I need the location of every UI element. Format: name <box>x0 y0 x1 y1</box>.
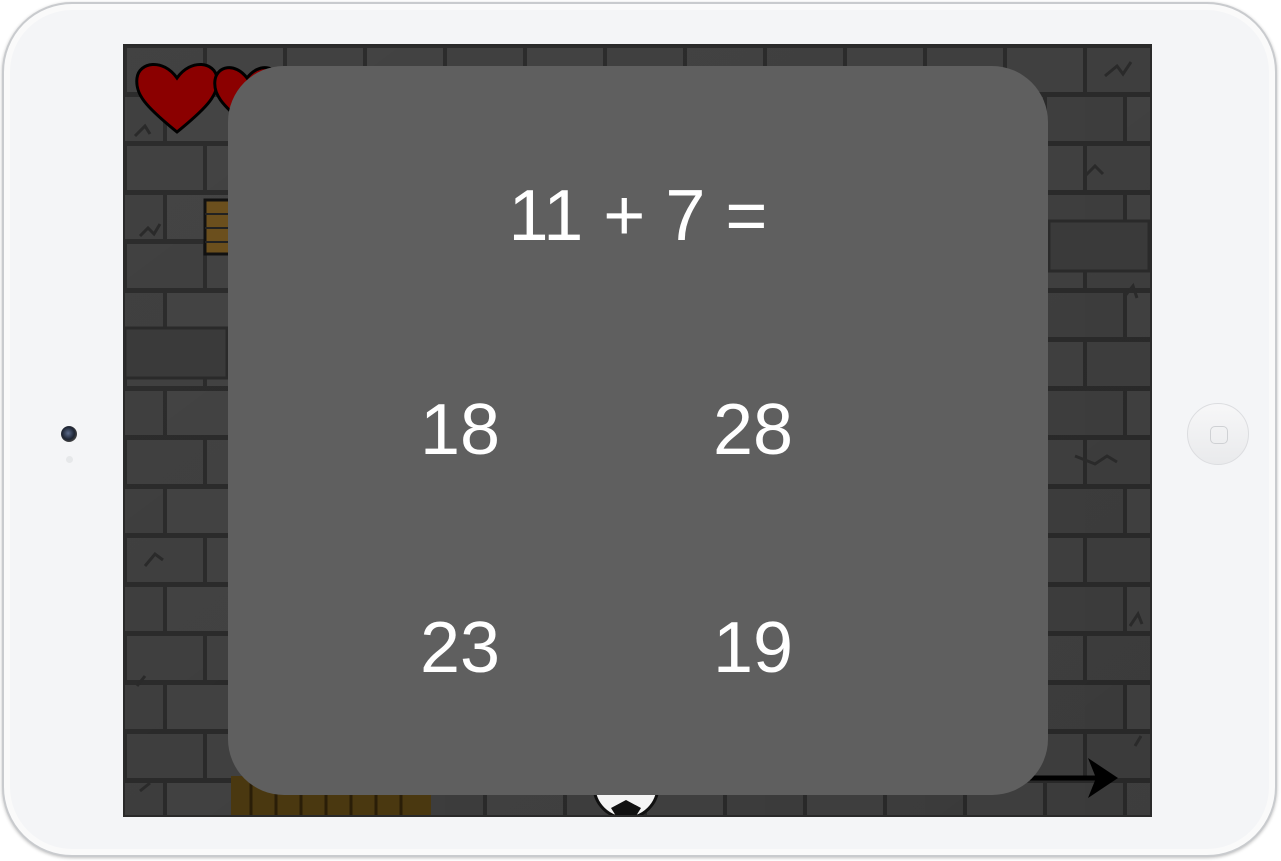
question-text: 11 + 7 = <box>508 176 768 256</box>
home-button-icon <box>1210 426 1228 444</box>
camera-icon <box>61 426 77 442</box>
light-sensor <box>66 456 73 463</box>
answer-option-3[interactable]: 23 <box>360 593 560 703</box>
home-button[interactable] <box>1187 403 1249 465</box>
answer-option-2[interactable]: 28 <box>653 375 853 485</box>
answer-option-1[interactable]: 18 <box>360 375 560 485</box>
answer-option-4[interactable]: 19 <box>653 593 853 703</box>
heart-icon <box>135 63 219 134</box>
math-question-dialog: 11 + 7 = 18 28 23 19 <box>228 66 1048 795</box>
